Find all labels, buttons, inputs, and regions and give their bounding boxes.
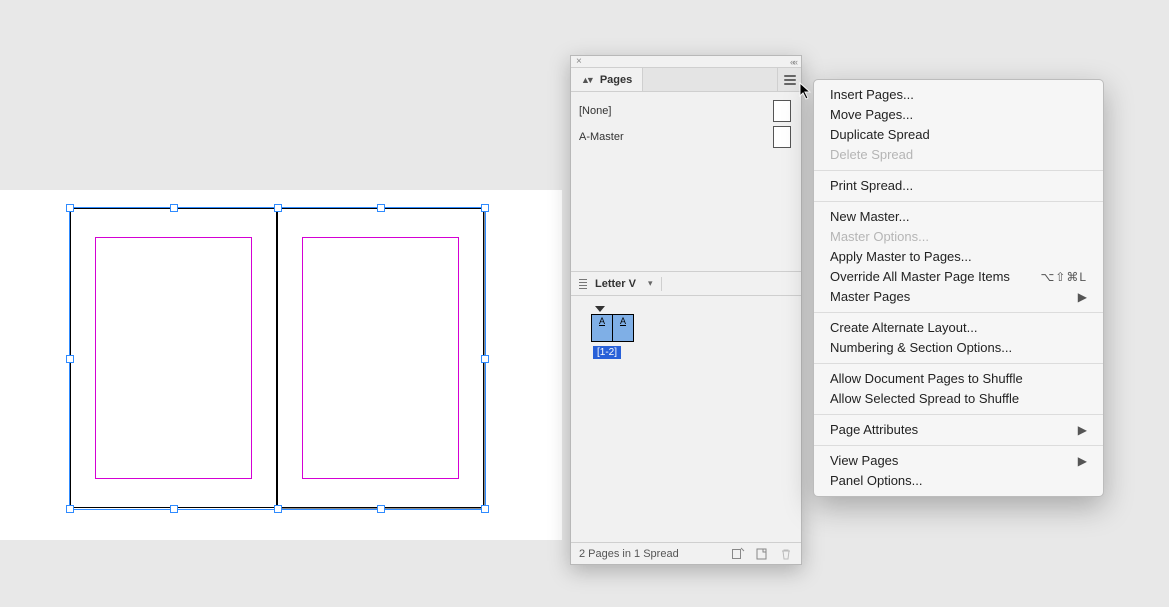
master-pages-section: [None] A-Master [571, 92, 801, 272]
panel-menu-button[interactable] [777, 68, 801, 91]
menu-item[interactable]: Move Pages... [814, 105, 1103, 125]
menu-item-label: Insert Pages... [830, 85, 914, 105]
spread-thumbnail[interactable]: A A [591, 314, 793, 342]
tab-pages[interactable]: ▲▼ Pages [571, 68, 643, 91]
menu-item: Master Options... [814, 227, 1103, 247]
menu-item[interactable]: View Pages ▶ [814, 451, 1103, 471]
menu-separator [814, 414, 1103, 415]
menu-item[interactable]: Override All Master Page Items ⌥⇧⌘L [814, 267, 1103, 287]
submenu-arrow-icon: ▶ [1078, 287, 1087, 307]
master-label: [None] [579, 105, 611, 117]
menu-separator [814, 170, 1103, 171]
panel-footer: 2 Pages in 1 Spread [571, 542, 801, 564]
menu-item-label: Page Attributes [830, 420, 918, 440]
menu-item[interactable]: Panel Options... [814, 471, 1103, 491]
panel-title: Pages [600, 74, 632, 86]
trash-icon[interactable] [779, 547, 793, 561]
close-icon[interactable]: × [576, 56, 582, 67]
master-label: A-Master [579, 131, 624, 143]
menu-item-label: Allow Selected Spread to Shuffle [830, 389, 1019, 409]
menu-item-label: Master Pages [830, 287, 910, 307]
pages-panel-flyout-menu: Insert Pages...Move Pages...Duplicate Sp… [813, 79, 1104, 497]
menu-separator [814, 363, 1103, 364]
spread-range-label: [1-2] [593, 346, 621, 359]
menu-item-label: Override All Master Page Items [830, 267, 1010, 287]
menu-item[interactable]: Insert Pages... [814, 85, 1103, 105]
document-pages-section[interactable]: A A [1-2] [571, 296, 801, 369]
chevron-down-icon[interactable]: ▾ [648, 278, 653, 289]
menu-item[interactable]: Apply Master to Pages... [814, 247, 1103, 267]
margin-guide [302, 237, 459, 479]
menu-item-label: Panel Options... [830, 471, 923, 491]
collapse-icon[interactable]: «« [790, 57, 796, 67]
menu-item: Delete Spread [814, 145, 1103, 165]
master-item-a[interactable]: A-Master [579, 124, 793, 150]
menu-item-label: Allow Document Pages to Shuffle [830, 369, 1023, 389]
menu-item[interactable]: Page Attributes ▶ [814, 420, 1103, 440]
document-canvas[interactable] [0, 190, 562, 540]
page-thumb-left[interactable]: A [591, 314, 613, 342]
menu-item-label: View Pages [830, 451, 898, 471]
edit-page-size-icon[interactable] [731, 547, 745, 561]
menu-item[interactable]: Master Pages ▶ [814, 287, 1103, 307]
menu-item-label: Create Alternate Layout... [830, 318, 977, 338]
menu-item-label: Duplicate Spread [830, 125, 930, 145]
menu-item[interactable]: Allow Document Pages to Shuffle [814, 369, 1103, 389]
submenu-arrow-icon: ▶ [1078, 420, 1087, 440]
menu-item[interactable]: Print Spread... [814, 176, 1103, 196]
menu-item[interactable]: Numbering & Section Options... [814, 338, 1103, 358]
grip-icon[interactable] [579, 279, 587, 289]
panel-titlebar[interactable]: × «« [571, 56, 801, 68]
new-page-icon[interactable] [755, 547, 769, 561]
menu-item-label: Move Pages... [830, 105, 913, 125]
section-marker-icon [595, 306, 605, 312]
panel-tabbar: ▲▼ Pages [571, 68, 801, 92]
menu-item[interactable]: Allow Selected Spread to Shuffle [814, 389, 1103, 409]
page-thumb-right[interactable]: A [612, 314, 634, 342]
pages-panel: × «« ▲▼ Pages [None] A-Master Letter V ▾… [570, 55, 802, 565]
menu-separator [814, 312, 1103, 313]
menu-item-label: Numbering & Section Options... [830, 338, 1012, 358]
page-right[interactable] [277, 208, 484, 508]
hamburger-icon [784, 79, 796, 81]
submenu-arrow-icon: ▶ [1078, 451, 1087, 471]
menu-item-label: Master Options... [830, 227, 929, 247]
menu-item-label: Apply Master to Pages... [830, 247, 972, 267]
master-thumbnail[interactable] [773, 100, 791, 122]
page-left[interactable] [70, 208, 277, 508]
layout-bar: Letter V ▾ [571, 272, 801, 296]
menu-item[interactable]: New Master... [814, 207, 1103, 227]
margin-guide [95, 237, 252, 479]
menu-item-label: New Master... [830, 207, 909, 227]
menu-shortcut: ⌥⇧⌘L [1040, 267, 1087, 287]
footer-status: 2 Pages in 1 Spread [579, 548, 679, 560]
spread[interactable] [42, 208, 512, 518]
menu-separator [814, 445, 1103, 446]
menu-item-label: Print Spread... [830, 176, 913, 196]
layout-name[interactable]: Letter V [595, 278, 636, 290]
menu-item[interactable]: Duplicate Spread [814, 125, 1103, 145]
expand-collapse-icon[interactable]: ▲▼ [581, 75, 591, 85]
divider [661, 277, 662, 291]
master-thumbnail[interactable] [773, 126, 791, 148]
menu-item[interactable]: Create Alternate Layout... [814, 318, 1103, 338]
master-item-none[interactable]: [None] [579, 98, 793, 124]
menu-item-label: Delete Spread [830, 145, 913, 165]
menu-separator [814, 201, 1103, 202]
